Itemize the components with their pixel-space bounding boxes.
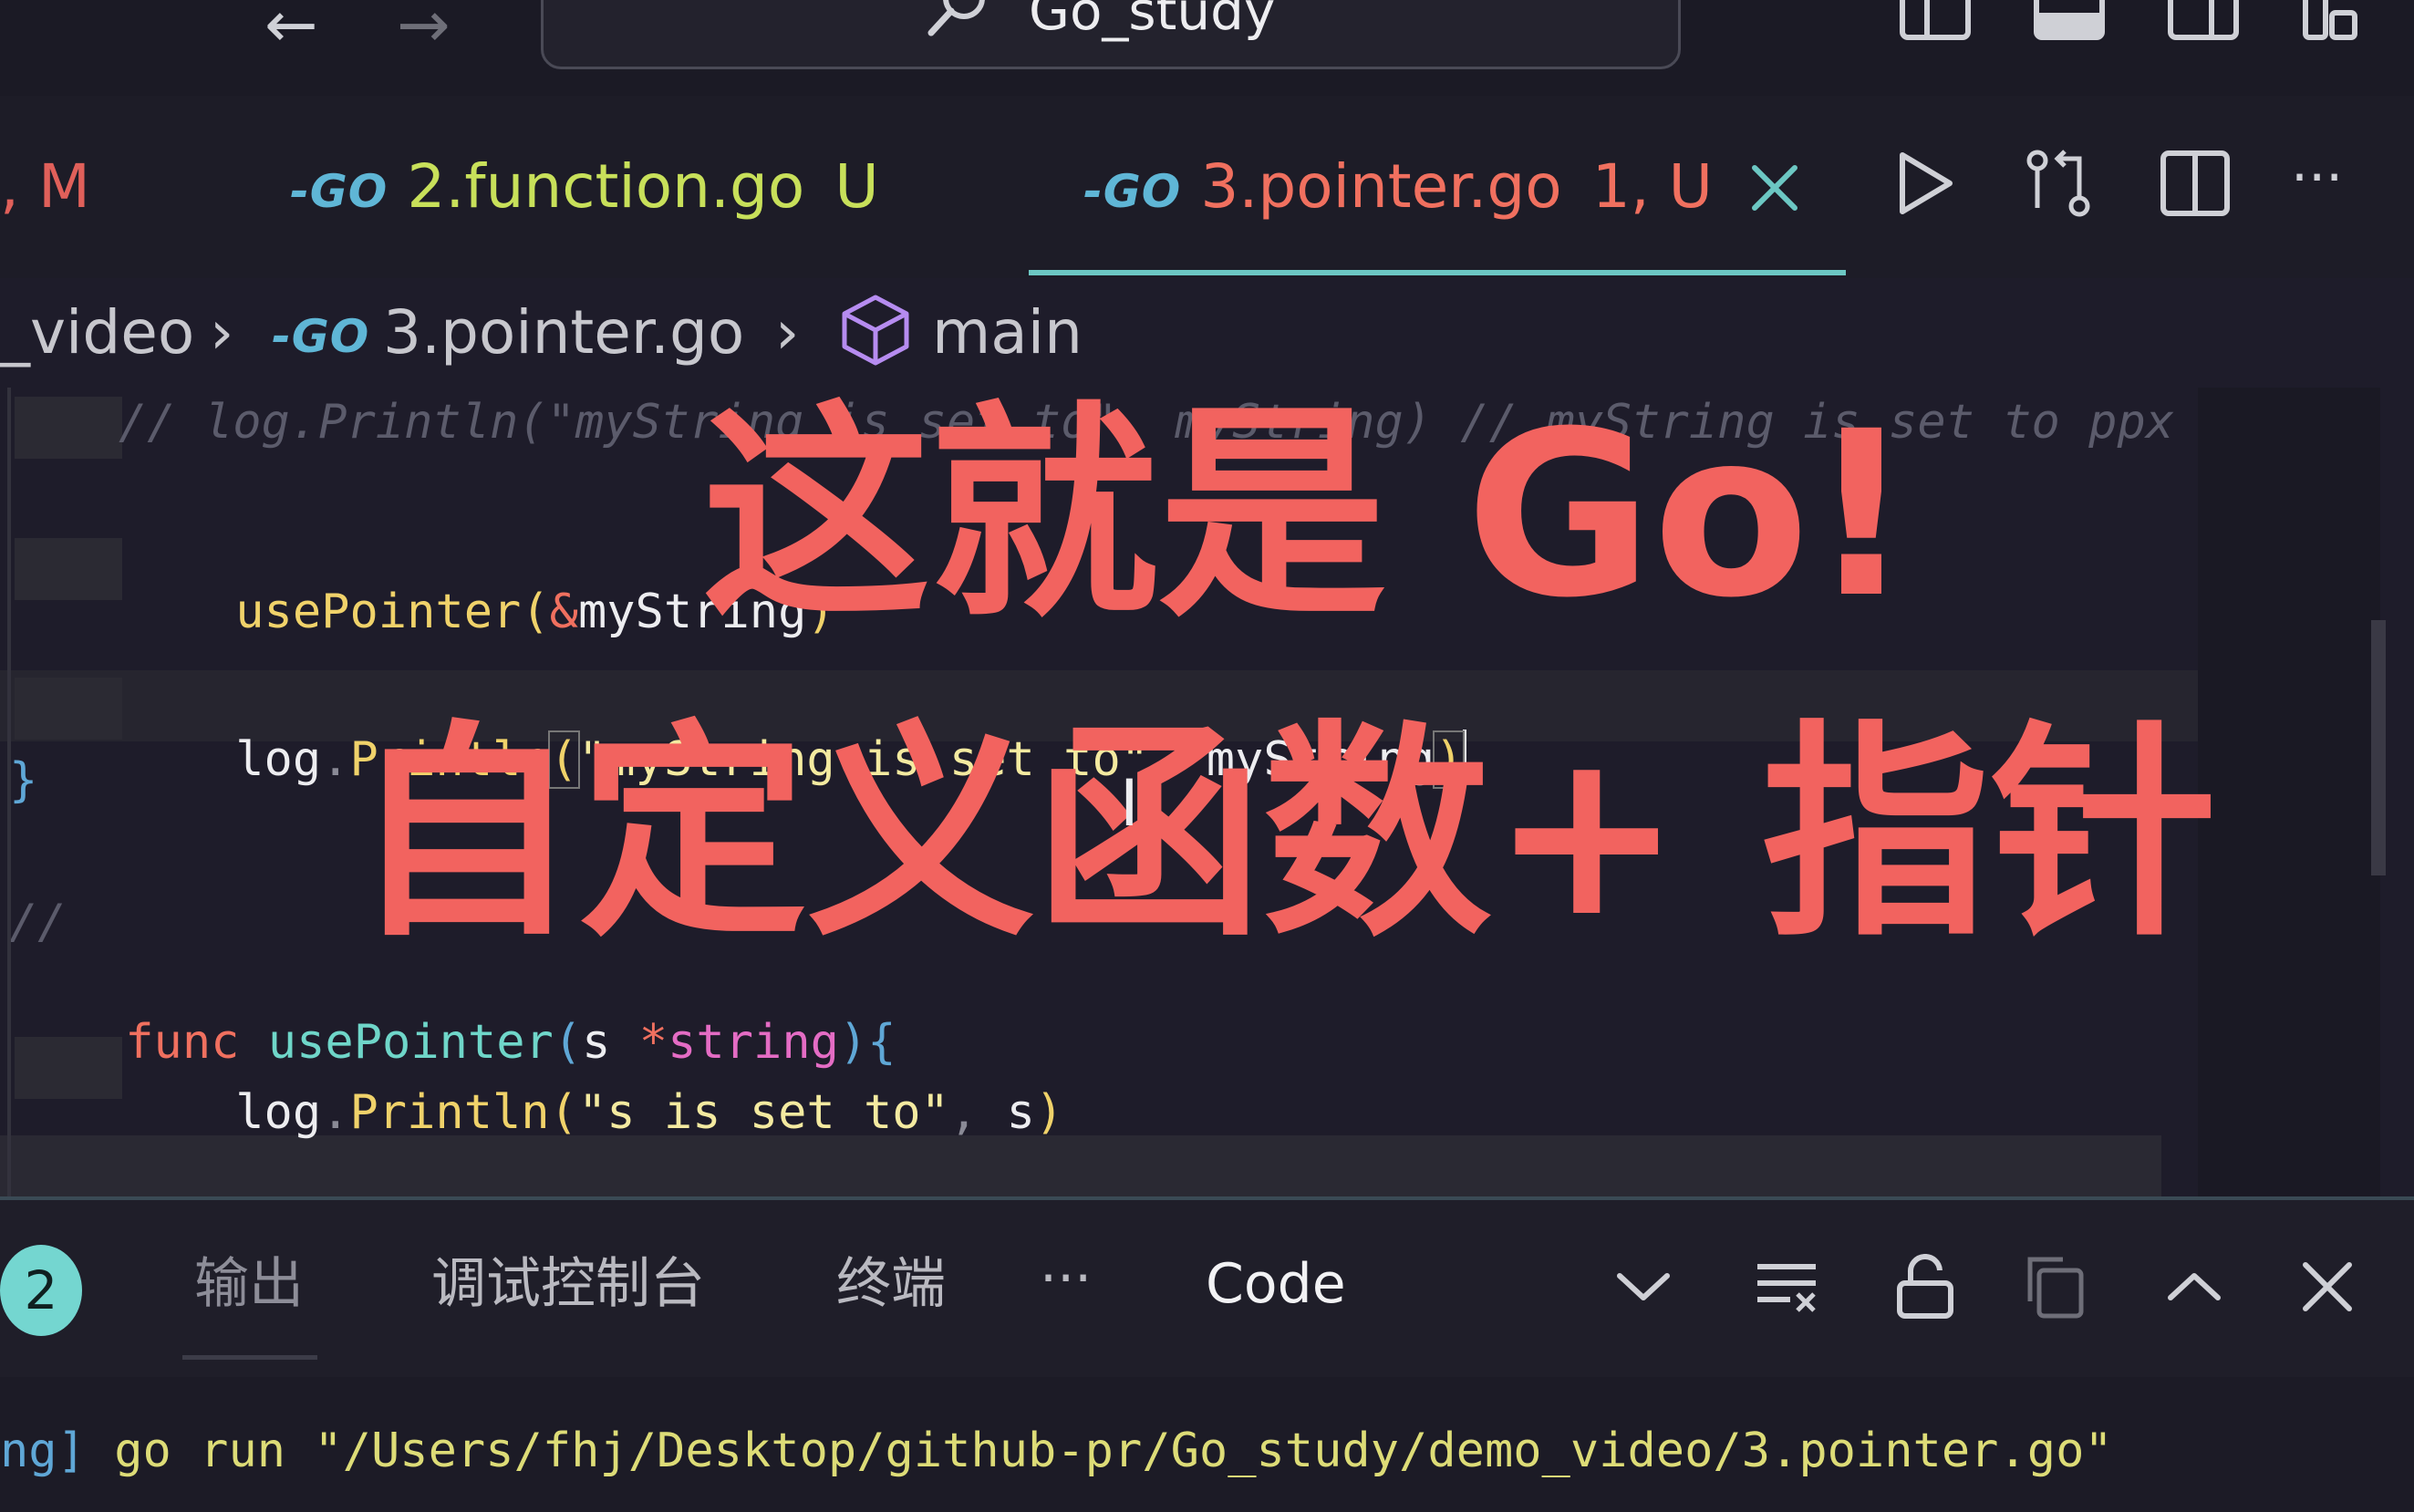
layout-panel-icon[interactable] [2034,0,2105,40]
copy-icon[interactable] [2023,1254,2088,1320]
more-actions-icon[interactable]: ··· [2291,146,2343,210]
layout-split-icon[interactable] [2168,0,2239,40]
editor-scrollbar[interactable] [2371,620,2386,875]
back-arrow-icon[interactable]: ← [264,0,318,57]
output-command: go run "/Users/fhj/Desktop/github-pr/Go_… [85,1424,2113,1478]
overlay-title-line1: 这就是 Go! [702,382,1914,647]
token-fn: usePointer [235,585,522,639]
tab-status: 1, U [1591,151,1713,222]
tab-label: 3.pointer.go [1200,151,1562,222]
close-icon[interactable] [1749,162,1800,213]
breadcrumb-file[interactable]: 3.pointer.go [383,303,744,363]
token-comma: , [948,1085,1007,1140]
token-obj: log [235,732,322,787]
lock-icon[interactable] [1892,1254,1958,1320]
breadcrumb-folder[interactable]: _video [0,303,194,363]
output-line: ng] go run "/Users/fhj/Desktop/github-pr… [0,1427,2113,1475]
active-tab-indicator [1029,270,1846,275]
panel-tab-output[interactable]: 输出 [194,1257,304,1311]
forward-arrow-icon[interactable]: → [397,0,451,57]
search-icon [927,0,985,36]
code-empty-comment: // [9,895,67,949]
overlay-title-line2: 自定义函数+ 指针 [351,701,2218,967]
chevron-down-icon[interactable] [1611,1254,1676,1320]
indent-guide [15,538,122,600]
token-string: "s is set to" [577,1085,949,1140]
layout-sidebar-icon[interactable] [1900,0,1971,40]
code-closing-brace: } [9,753,38,808]
minimap[interactable] [2198,388,2380,1199]
run-icon[interactable] [1890,148,1961,219]
tab-fragment-label[interactable]: , M [0,157,90,217]
panel-tab-debug-console[interactable]: 调试控制台 [431,1257,705,1311]
chevron-up-icon[interactable] [2161,1254,2227,1320]
tab-label: 2.function.go [407,151,805,222]
breadcrumb-symbol[interactable]: main [932,303,1083,363]
tab-pointer-go[interactable]: -GO 3.pointer.go 1, U [1083,157,1713,219]
indent-guide [15,678,122,740]
split-editor-icon[interactable] [2160,148,2231,219]
token-paren: ( [549,1085,578,1140]
output-prefix: ng] [0,1424,86,1478]
token-obj: log [235,1085,322,1140]
panel-tab-terminal[interactable]: 终端 [836,1257,946,1311]
clear-output-icon[interactable] [1754,1254,1819,1320]
token-dot: . [321,732,350,787]
notification-badge[interactable]: 2 [0,1245,82,1336]
search-text: Go_study [1029,0,1276,42]
token-arg: s [1006,1085,1035,1140]
output-channel-select[interactable]: Code [1206,1257,1346,1311]
code-line-println-s: log.Println("s is set to", s) [121,1041,1063,1184]
go-file-icon: -GO [290,165,389,218]
indent-rail [7,388,11,1199]
chevron-right-icon: › [210,297,234,368]
symbol-cube-icon [842,295,909,366]
indent-guide [15,397,122,459]
mouse-text-cursor-icon: I [1120,766,1139,841]
layout-custom-icon[interactable] [2303,0,2357,40]
token-paren: ) [1034,1085,1064,1140]
go-file-icon: -GO [272,310,370,363]
token-fn: Println [349,1085,550,1140]
compare-changes-icon[interactable] [2023,148,2094,219]
token-dot: . [321,1085,350,1140]
close-panel-icon[interactable] [2295,1254,2360,1320]
tab-status: U [834,151,879,222]
panel-more-icon[interactable]: ··· [1040,1251,1092,1306]
token-paren: ( [521,585,550,639]
panel-tab-indicator [182,1355,317,1360]
token-operator: & [549,585,578,639]
go-file-icon: -GO [1083,165,1182,218]
chevron-right-icon: › [775,297,800,368]
tab-function-go[interactable]: -GO 2.function.go U [290,157,879,219]
